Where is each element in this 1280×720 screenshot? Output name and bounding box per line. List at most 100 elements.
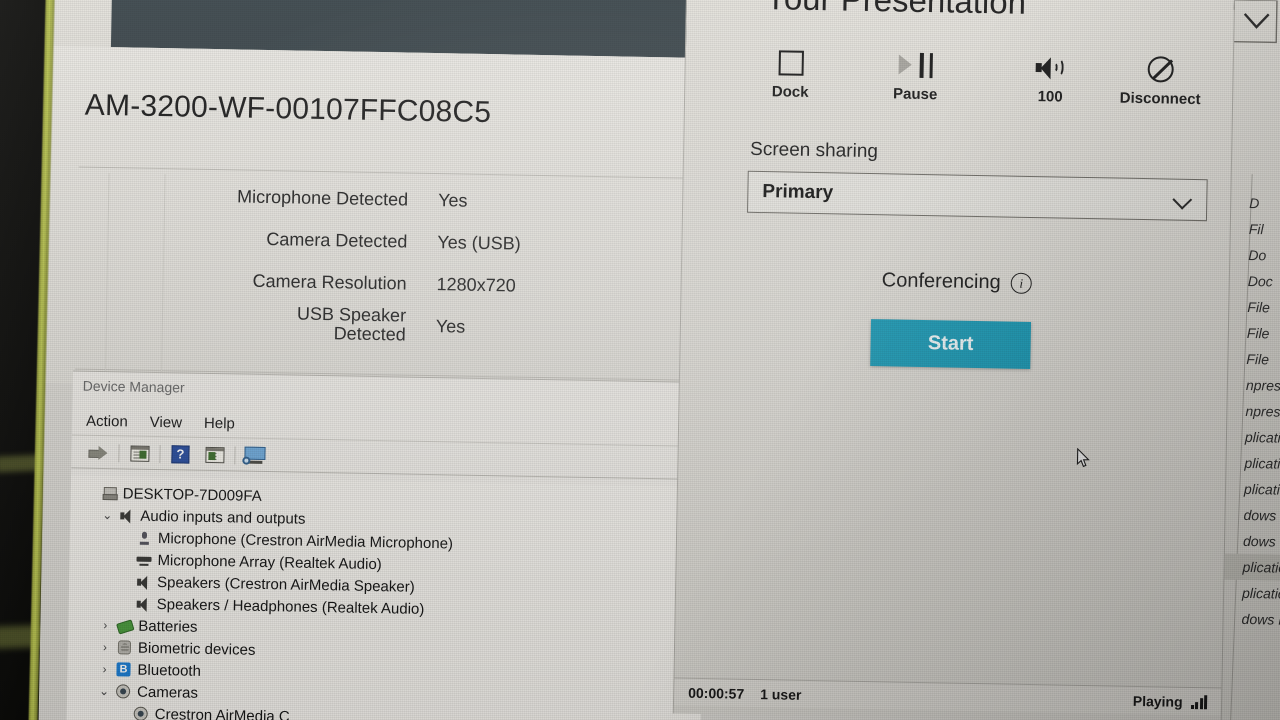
list-item[interactable]: npress xyxy=(1228,372,1280,400)
info-label-line1: USB Speaker xyxy=(296,303,407,326)
stop-square-icon xyxy=(778,45,804,79)
forward-arrow-icon[interactable] xyxy=(81,439,115,466)
chevron-down-icon xyxy=(1174,190,1192,210)
biometric-icon xyxy=(114,640,134,655)
list-item[interactable]: plication xyxy=(1226,476,1280,504)
start-button-label: Start xyxy=(927,332,974,355)
info-label: USB Speaker Detected xyxy=(76,300,407,345)
explorer-row-list[interactable]: D Fil Do Doc File File File npress npresse plicat… xyxy=(1223,190,1280,634)
list-item[interactable]: File xyxy=(1229,320,1280,348)
airmedia-info-table: Microphone Detected Yes Camera Detected … xyxy=(76,173,679,352)
info-value: Yes xyxy=(438,189,468,211)
list-item[interactable]: Do xyxy=(1230,242,1280,270)
tree-item-label: Microphone Array (Realtek Audio) xyxy=(157,551,382,573)
list-item-label: D xyxy=(1249,194,1260,212)
list-item-label: Do xyxy=(1248,246,1267,264)
list-item[interactable]: dows Inst xyxy=(1225,528,1280,556)
list-item-label: plication xyxy=(1244,454,1280,472)
list-item[interactable]: plication xyxy=(1226,450,1280,478)
toolbar-separator xyxy=(234,445,236,464)
toolbar-separator xyxy=(159,444,161,463)
list-item-label: File xyxy=(1247,298,1271,316)
list-item[interactable]: npresse xyxy=(1227,398,1280,426)
device-manager-tree[interactable]: DESKTOP-7D009FA ⌄ Audio inputs and outputs… xyxy=(66,475,705,720)
list-item[interactable]: plication xyxy=(1224,553,1280,582)
disconnect-button[interactable]: Disconnect xyxy=(1105,51,1216,108)
tree-item-label: Speakers / Headphones (Realtek Audio) xyxy=(156,595,425,618)
list-item[interactable]: plication xyxy=(1224,580,1280,608)
show-hide-console-tree-icon[interactable] xyxy=(122,440,156,467)
scan-for-hardware-changes-icon[interactable] xyxy=(238,442,272,469)
user-count: 1 user xyxy=(760,685,802,703)
tree-item-label: Speakers (Crestron AirMedia Speaker) xyxy=(156,573,415,596)
tree-item-label: Bluetooth xyxy=(137,661,202,680)
pause-button[interactable]: Pause xyxy=(835,46,996,104)
chevron-down-icon[interactable]: ⌄ xyxy=(98,508,116,522)
disconnect-label: Disconnect xyxy=(1119,89,1201,109)
volume-icon xyxy=(1035,50,1066,85)
chevron-right-icon[interactable]: › xyxy=(96,640,114,654)
signal-bars-icon xyxy=(1190,694,1208,709)
chevron-right-icon[interactable]: › xyxy=(96,618,114,632)
list-item-label: plication xyxy=(1243,480,1280,498)
tree-item-label: DESKTOP-7D009FA xyxy=(122,484,262,505)
tree-item-label: Cameras xyxy=(136,683,199,702)
screen-sharing-select[interactable]: Primary xyxy=(746,170,1208,222)
microphone-icon xyxy=(134,531,154,544)
list-item-label: plication xyxy=(1242,558,1280,576)
list-item-label: File xyxy=(1246,350,1270,368)
info-icon[interactable]: i xyxy=(1010,272,1032,295)
dock-label: Dock xyxy=(771,83,809,101)
list-item-label: dows Ins xyxy=(1243,506,1280,524)
device-manager-window: Device Manager Action View Help ? DESKTO… xyxy=(66,370,707,720)
list-item-label: plication xyxy=(1244,428,1280,446)
info-label: Camera Detected xyxy=(266,228,408,252)
airmedia-device-name: AM-3200-WF-00107FFC08C5 xyxy=(84,88,492,130)
list-item[interactable]: dows Ins xyxy=(1225,502,1280,530)
device-manager-title: Device Manager xyxy=(82,377,185,396)
tree-item-label: Biometric devices xyxy=(137,639,256,659)
menu-view[interactable]: View xyxy=(150,414,183,432)
list-item[interactable]: Fil xyxy=(1231,216,1280,244)
list-item-label: Doc xyxy=(1247,272,1273,290)
info-label: Microphone Detected xyxy=(236,185,409,210)
conferencing-label-group: Conferencing i xyxy=(882,269,1032,295)
properties-icon[interactable] xyxy=(197,441,231,468)
speaker-icon xyxy=(133,575,153,588)
conferencing-label: Conferencing xyxy=(881,269,1001,294)
info-value: Yes xyxy=(435,315,466,337)
list-item[interactable]: dows Instal xyxy=(1223,606,1280,634)
menu-action[interactable]: Action xyxy=(86,413,128,431)
microphone-array-icon xyxy=(133,554,153,566)
list-item-label: File xyxy=(1246,324,1270,342)
list-item[interactable]: plication xyxy=(1227,424,1280,452)
list-item[interactable]: D xyxy=(1231,190,1280,218)
list-item[interactable]: Doc xyxy=(1230,268,1280,296)
info-value: Yes (USB) xyxy=(437,231,521,254)
help-icon[interactable]: ? xyxy=(163,441,197,468)
disconnect-icon xyxy=(1147,52,1174,86)
session-timer: 00:00:57 xyxy=(688,684,745,702)
list-item-label: dows Instal xyxy=(1241,610,1280,628)
menu-help[interactable]: Help xyxy=(204,415,235,433)
pause-label: Pause xyxy=(892,85,938,104)
start-button[interactable]: Start xyxy=(870,319,1032,369)
chevron-right-icon[interactable]: › xyxy=(95,662,113,676)
list-item-label: npress xyxy=(1245,376,1280,394)
info-value: 1280x720 xyxy=(436,273,516,296)
chevron-down-icon[interactable]: ⌄ xyxy=(95,684,113,698)
dock-button[interactable]: Dock xyxy=(745,45,836,102)
volume-button[interactable]: 100 xyxy=(995,49,1106,106)
toolbar-separator xyxy=(118,443,120,462)
bluetooth-icon: B xyxy=(113,662,133,677)
info-label-line2: Detected xyxy=(333,323,406,345)
tree-item-label: Microphone (Crestron AirMedia Microphone… xyxy=(157,529,454,552)
speaker-icon xyxy=(133,597,153,610)
computer-icon xyxy=(99,486,119,499)
airmedia-info-body: AM-3200-WF-00107FFC08C5 Microphone Detec… xyxy=(44,45,701,395)
list-item-label: plication xyxy=(1241,584,1280,602)
list-item[interactable]: File xyxy=(1229,294,1280,322)
list-item[interactable]: File xyxy=(1228,346,1280,374)
playing-status: Playing xyxy=(1132,692,1183,710)
list-item-label: Fil xyxy=(1248,220,1264,238)
